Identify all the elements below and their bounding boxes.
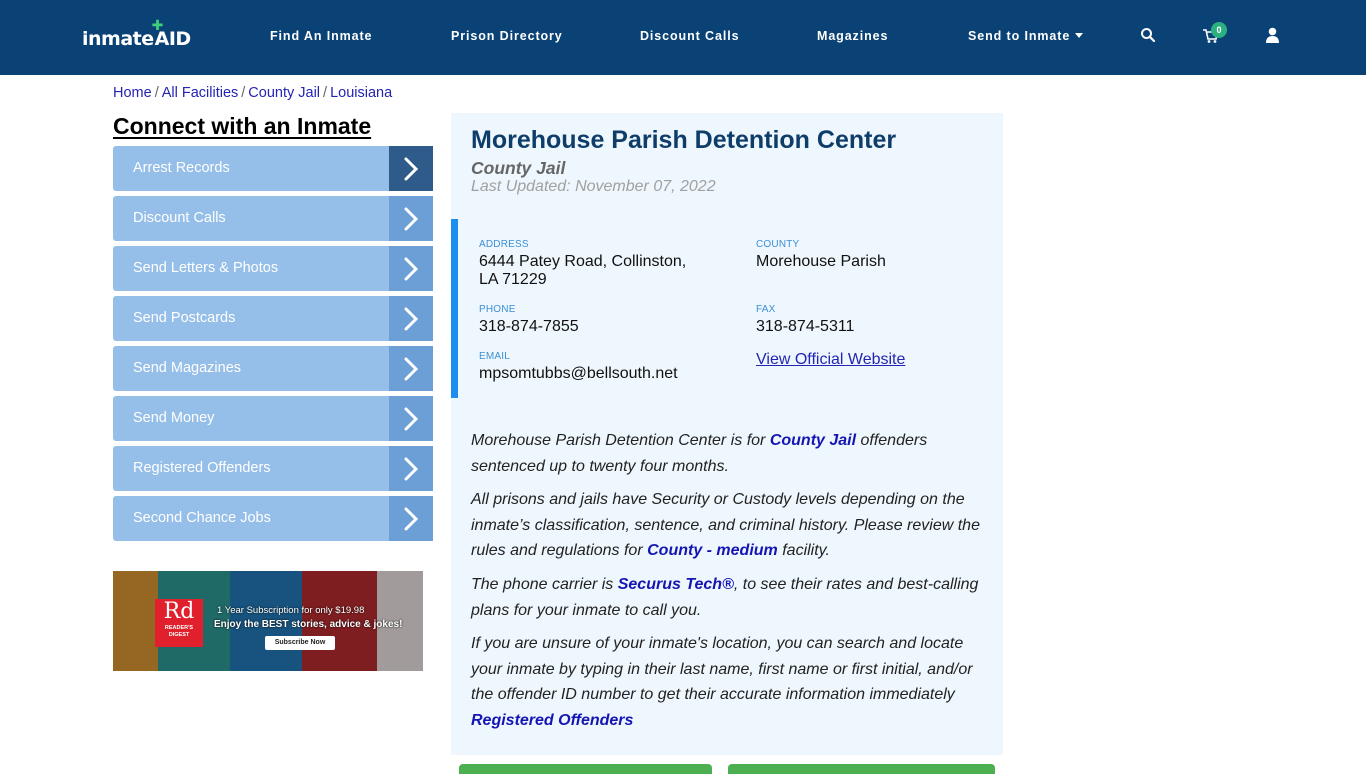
nav-send-to-inmate[interactable]: Send to Inmate [968,29,1084,43]
fax-value: 318-874-5311 [756,318,855,335]
sidebar-title: Connect with an Inmate [113,113,372,139]
green-action-button-left[interactable] [459,764,712,774]
nav-prison-directory[interactable]: Prison Directory [451,29,563,43]
sidebar-item-send-postcards[interactable]: Send Postcards [113,296,433,341]
nav-discount-calls[interactable]: Discount Calls [640,29,739,43]
chevron-right-icon [389,246,433,291]
address-line-1: 6444 Patey Road, Collinston, [479,253,687,270]
facility-panel: Morehouse Parish Detention Center County… [451,113,1003,755]
readers-digest-ad-banner[interactable]: Rd READER'S DIGEST 1 Year Subscription f… [113,571,423,671]
description-paragraph-2: All prisons and jails have Security or C… [471,491,980,560]
county-jail-link[interactable]: County Jail [770,432,856,449]
green-action-button-right[interactable] [728,764,995,774]
address-label: ADDRESS [479,239,529,250]
user-icon[interactable] [1265,27,1283,45]
nav-magazines[interactable]: Magazines [817,29,888,43]
fax-label: FAX [756,304,776,315]
county-medium-link[interactable]: County - medium [647,542,778,559]
nav-find-an-inmate[interactable]: Find An Inmate [270,29,372,43]
chevron-right-icon [389,496,433,541]
facility-type: County Jail [471,158,566,178]
sidebar-item-discount-calls[interactable]: Discount Calls [113,196,433,241]
ad-offer-text: 1 Year Subscription for only $19.98 [217,605,365,616]
sidebar-item-arrest-records[interactable]: Arrest Records [113,146,433,191]
cart-count-badge: 0 [1211,22,1227,38]
sidebar-item-send-letters-photos[interactable]: Send Letters & Photos [113,246,433,291]
email-label: EMAIL [479,351,511,362]
ad-tagline: Enjoy the BEST stories, advice & jokes! [214,619,403,630]
phone-label: PHONE [479,304,516,315]
chevron-right-icon [389,146,433,191]
sidebar-item-send-money[interactable]: Send Money [113,396,433,441]
phone-value: 318-874-7855 [479,318,579,335]
top-navbar: inmate ✚ AID Find An Inmate Prison Direct… [0,0,1366,75]
description-paragraph-3: The phone carrier is Securus Tech®, to s… [471,576,979,619]
sidebar-item-send-magazines[interactable]: Send Magazines [113,346,433,391]
caret-down-icon [1075,33,1084,38]
breadcrumb-louisiana[interactable]: Louisiana [330,85,392,101]
county-label: COUNTY [756,239,800,250]
registered-offenders-link[interactable]: Registered Offenders [471,712,633,729]
address-line-2: LA 71229 [479,271,547,288]
breadcrumb-home[interactable]: Home [113,85,152,101]
sidebar-item-second-chance-jobs[interactable]: Second Chance Jobs [113,496,433,541]
chevron-right-icon [389,296,433,341]
chevron-right-icon [389,196,433,241]
info-accent-bar [451,219,458,398]
description-paragraph-4: If you are unsure of your inmate's locat… [471,635,973,730]
description-paragraph-1: Morehouse Parish Detention Center is for… [471,432,928,475]
chevron-right-icon [389,346,433,391]
breadcrumb: Home / All Facilities / County Jail / Louisian… [113,85,393,101]
subscribe-now-button[interactable]: Subscribe Now [265,636,335,650]
facility-name: Morehouse Parish Detention Center [471,126,897,154]
county-value: Morehouse Parish [756,253,886,270]
sidebar-item-registered-offenders[interactable]: Registered Offenders [113,446,433,491]
email-value: mpsomtubbs@bellsouth.net [479,365,678,382]
last-updated: Last Updated: November 07, 2022 [471,178,716,195]
view-official-website-link[interactable]: View Official Website [756,351,905,369]
breadcrumb-all-facilities[interactable]: All Facilities [162,85,239,101]
breadcrumb-county-jail[interactable]: County Jail [248,85,320,101]
readers-digest-logo: Rd READER'S DIGEST [155,599,203,647]
search-icon[interactable] [1140,27,1158,45]
securus-tech-link[interactable]: Securus Tech® [618,576,734,593]
chevron-right-icon [389,446,433,491]
chevron-right-icon [389,396,433,441]
